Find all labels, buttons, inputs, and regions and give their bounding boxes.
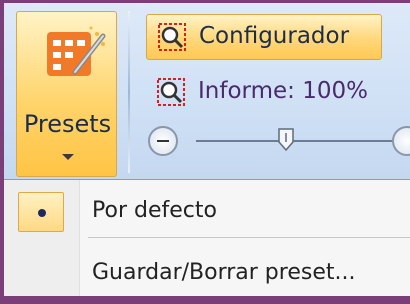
configurador-button[interactable]: Configurador bbox=[146, 14, 382, 60]
zoom-out-icon[interactable] bbox=[148, 126, 178, 156]
presets-button[interactable]: Presets bbox=[16, 11, 117, 177]
radio-dot-icon bbox=[38, 209, 46, 217]
presets-label: Presets bbox=[23, 110, 112, 138]
menu-item-label: Por defecto bbox=[92, 198, 217, 223]
presets-grid-icon bbox=[47, 26, 106, 76]
menu-divider bbox=[88, 237, 410, 238]
ribbon-separator bbox=[128, 11, 130, 173]
slider-thumb-icon[interactable] bbox=[278, 128, 294, 152]
magnifier-icon bbox=[158, 23, 186, 51]
informe-button[interactable]: Informe: 100% bbox=[146, 72, 406, 112]
configurador-label: Configurador bbox=[199, 23, 350, 49]
zoom-in-icon[interactable] bbox=[392, 126, 410, 156]
menu-item-check bbox=[18, 192, 64, 232]
frame-bottom bbox=[0, 296, 410, 304]
zoom-track[interactable] bbox=[196, 140, 396, 142]
informe-label: Informe: 100% bbox=[198, 78, 368, 104]
zoom-slider[interactable] bbox=[146, 118, 410, 162]
menu-item-guardar-borrar[interactable]: Guardar/Borrar preset... bbox=[4, 246, 410, 298]
menu-item-label: Guardar/Borrar preset... bbox=[92, 260, 356, 285]
magnifier-icon bbox=[157, 78, 185, 106]
dropdown-arrow-icon bbox=[62, 154, 74, 160]
presets-dropdown-menu: Por defecto Guardar/Borrar preset... bbox=[4, 179, 410, 297]
ribbon: Presets Configurador Informe: 100% bbox=[4, 3, 410, 179]
menu-item-por-defecto[interactable]: Por defecto bbox=[4, 184, 410, 236]
window-frame: Presets Configurador Informe: 100% Por d… bbox=[0, 0, 410, 304]
